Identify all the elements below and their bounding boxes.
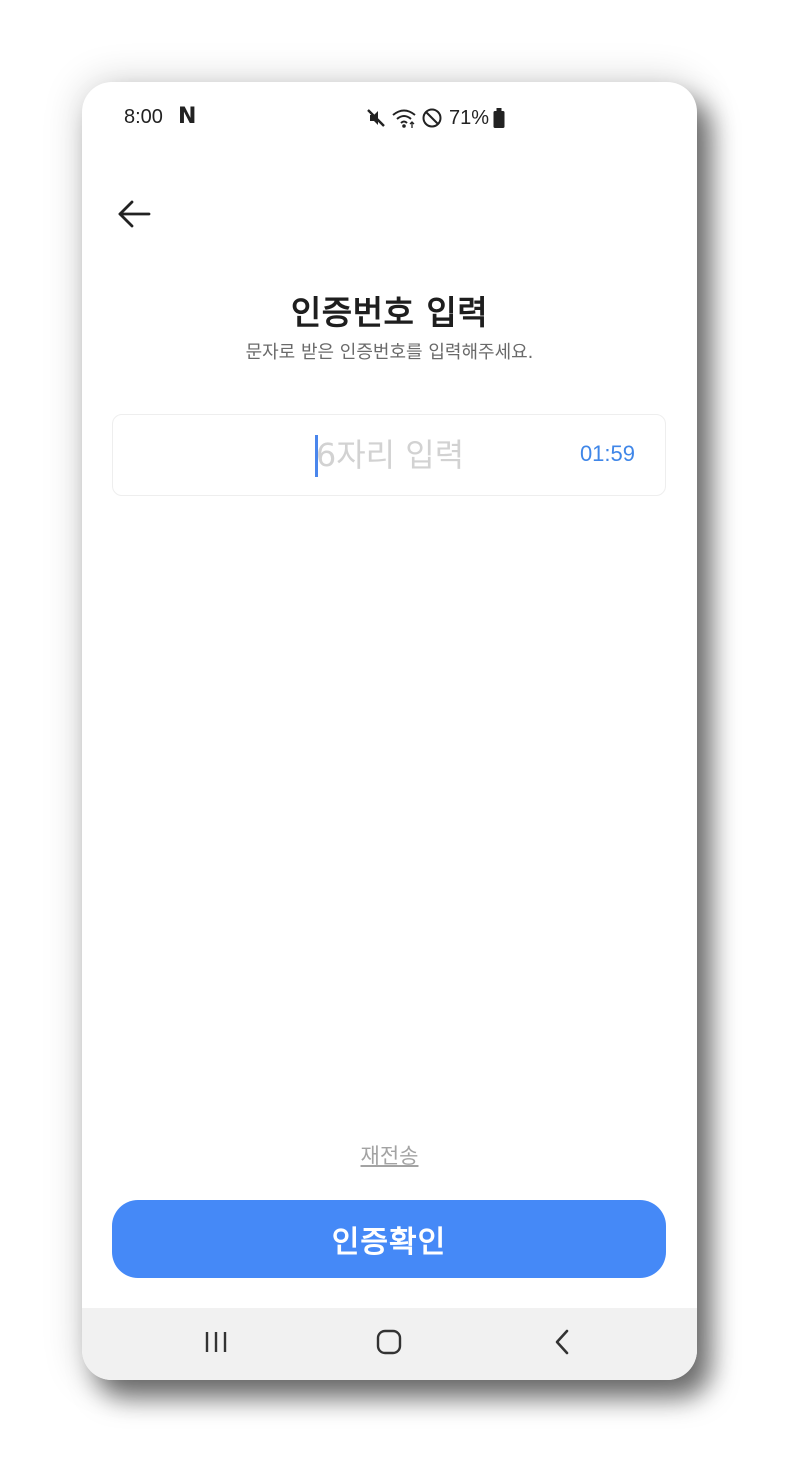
status-bar: 8:00 N 71% [82, 82, 697, 154]
wifi-icon [391, 107, 417, 129]
mute-icon [365, 107, 387, 129]
countdown-timer: 01:59 [579, 441, 635, 466]
home-icon [375, 1328, 403, 1360]
nav-back-button[interactable] [538, 1324, 586, 1364]
recent-apps-button[interactable] [192, 1324, 240, 1364]
resend-link[interactable]: 재전송 [82, 1140, 697, 1170]
notification-icon: N [178, 104, 197, 129]
screenshot-stage: 8:00 N 71% 인증번호 입력 문자로 받은 인증번호를 입력해주세요. … [0, 0, 800, 1484]
home-button[interactable] [365, 1324, 413, 1364]
page-subtitle: 문자로 받은 인증번호를 입력해주세요. [245, 342, 534, 363]
phone-screen: 8:00 N 71% 인증번호 입력 문자로 받은 인증번호를 입력해주세요. … [82, 82, 697, 1380]
status-time: 8:00 [124, 106, 163, 128]
battery-percent: 71% [449, 106, 490, 129]
status-icons: 71% [365, 104, 505, 132]
battery-icon [493, 108, 505, 128]
do-not-disturb-icon [421, 107, 443, 129]
back-button[interactable] [112, 194, 156, 238]
chevron-left-icon [552, 1328, 572, 1360]
arrow-left-icon [117, 199, 151, 233]
recent-apps-icon [203, 1330, 229, 1358]
verification-code-box: 01:59 [112, 414, 667, 496]
text-caret [315, 435, 318, 477]
system-nav-bar [82, 1308, 697, 1380]
confirm-button[interactable]: 인증확인 [112, 1200, 666, 1278]
page-title: 인증번호 입력 [290, 293, 489, 332]
